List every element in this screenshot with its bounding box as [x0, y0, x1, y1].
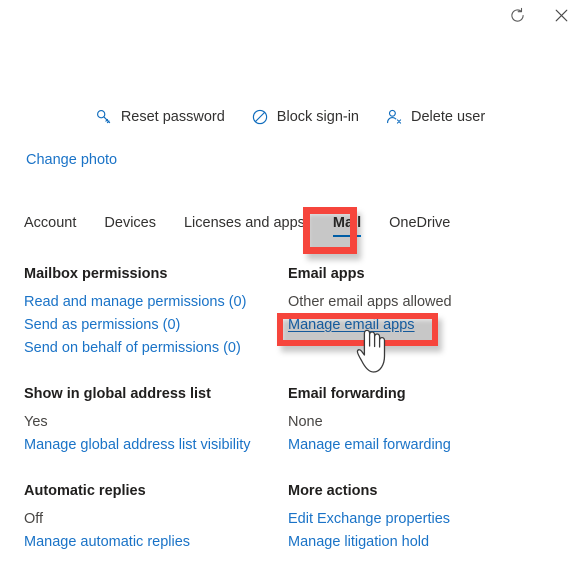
- key-icon: [95, 108, 113, 126]
- tab-devices-label: Devices: [104, 215, 156, 231]
- send-as-permissions-link[interactable]: Send as permissions (0): [24, 314, 180, 337]
- manage-litigation-hold-link[interactable]: Manage litigation hold: [288, 531, 429, 554]
- section-automatic-replies: Automatic replies Off Manage automatic r…: [24, 481, 288, 554]
- content-row-1: Mailbox permissions Read and manage perm…: [24, 264, 564, 360]
- block-sign-in-button[interactable]: Block sign-in: [251, 108, 359, 126]
- more-actions-title: More actions: [288, 483, 378, 499]
- content-row-3: Automatic replies Off Manage automatic r…: [24, 481, 564, 554]
- window-controls: [504, 0, 574, 30]
- tab-account[interactable]: Account: [24, 213, 90, 243]
- tab-devices[interactable]: Devices: [90, 213, 170, 243]
- delete-user-label: Delete user: [411, 109, 486, 125]
- automatic-replies-title: Automatic replies: [24, 483, 146, 499]
- section-mailbox-permissions: Mailbox permissions Read and manage perm…: [24, 264, 288, 360]
- block-sign-in-label: Block sign-in: [276, 109, 359, 125]
- section-more-actions: More actions Edit Exchange properties Ma…: [288, 481, 552, 554]
- tab-mail-label: Mail: [332, 215, 362, 231]
- command-bar: Reset password Block sign-in Delete user: [0, 108, 580, 126]
- mailbox-permissions-title: Mailbox permissions: [24, 266, 168, 282]
- section-email-apps: Email apps Other email apps allowed Mana…: [288, 264, 552, 360]
- close-button[interactable]: [548, 2, 574, 28]
- tab-account-label: Account: [24, 215, 77, 231]
- tab-selected-indicator: [332, 234, 362, 237]
- edit-exchange-properties-link[interactable]: Edit Exchange properties: [288, 508, 450, 531]
- manage-automatic-replies-link[interactable]: Manage automatic replies: [24, 531, 190, 554]
- content-row-2: Show in global address list Yes Manage g…: [24, 384, 564, 457]
- change-photo-link[interactable]: Change photo: [26, 152, 117, 168]
- manage-global-address-list-visibility-link[interactable]: Manage global address list visibility: [24, 434, 250, 457]
- refresh-icon: [508, 6, 527, 25]
- manage-email-apps-link[interactable]: Manage email apps: [288, 314, 415, 337]
- mail-settings-panel: Mailbox permissions Read and manage perm…: [24, 264, 564, 578]
- tab-mail[interactable]: Mail: [319, 213, 375, 243]
- global-address-list-title: Show in global address list: [24, 386, 211, 402]
- send-on-behalf-of-permissions-link[interactable]: Send on behalf of permissions (0): [24, 337, 241, 360]
- tab-licenses-and-apps-label: Licenses and apps: [183, 215, 305, 231]
- tab-onedrive-label: OneDrive: [389, 215, 451, 231]
- email-apps-title: Email apps: [288, 266, 365, 282]
- reset-password-label: Reset password: [120, 109, 225, 125]
- tab-licenses-and-apps[interactable]: Licenses and apps: [170, 213, 319, 243]
- section-email-forwarding: Email forwarding None Manage email forwa…: [288, 384, 552, 457]
- close-icon: [552, 6, 571, 25]
- block-icon: [251, 108, 269, 126]
- section-global-address-list: Show in global address list Yes Manage g…: [24, 384, 288, 457]
- email-forwarding-value: None: [288, 414, 323, 430]
- delete-user-button[interactable]: Delete user: [385, 108, 485, 126]
- global-address-list-value: Yes: [24, 414, 48, 430]
- automatic-replies-value: Off: [24, 511, 44, 527]
- reset-password-button[interactable]: Reset password: [95, 108, 225, 126]
- email-forwarding-title: Email forwarding: [288, 386, 406, 402]
- manage-email-forwarding-link[interactable]: Manage email forwarding: [288, 434, 451, 457]
- tab-onedrive[interactable]: OneDrive: [375, 213, 464, 243]
- refresh-button[interactable]: [504, 2, 530, 28]
- tab-bar: Account Devices Licenses and apps Mail O…: [24, 213, 464, 243]
- delete-user-icon: [385, 108, 403, 126]
- email-apps-value: Other email apps allowed: [288, 294, 452, 310]
- read-and-manage-permissions-link[interactable]: Read and manage permissions (0): [24, 291, 246, 314]
